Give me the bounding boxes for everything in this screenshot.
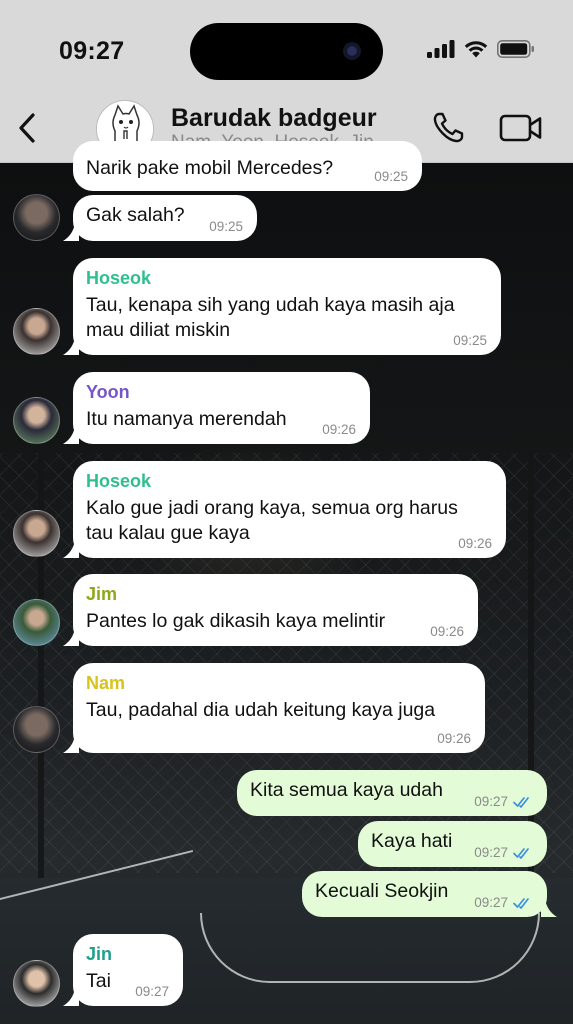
- bubble-tail: [63, 337, 79, 355]
- avatar-hoseok[interactable]: [13, 510, 60, 557]
- signal-icon: [427, 39, 455, 63]
- sender-name[interactable]: Jin: [86, 942, 170, 966]
- double-check-icon: [513, 847, 529, 859]
- sender-name[interactable]: Yoon: [86, 380, 357, 404]
- message-time: 09:25: [209, 219, 243, 234]
- video-call-button[interactable]: [497, 108, 545, 148]
- message-bubble-outgoing[interactable]: Kecuali Seokjin 09:27: [302, 871, 557, 917]
- message-bubble[interactable]: Hoseok Kalo gue jadi orang kaya, semua o…: [63, 461, 506, 558]
- dynamic-island: [190, 23, 383, 80]
- message-text: Tau, kenapa sih yang udah kaya masih aja…: [86, 294, 455, 341]
- bubble-tail: [63, 628, 79, 646]
- bubble-tail: [63, 540, 79, 558]
- message-text: Itu namanya merendah: [86, 408, 287, 430]
- message-time: 09:27: [474, 895, 533, 910]
- message-time: 09:26: [430, 624, 464, 639]
- message-bubble[interactable]: Yoon Itu namanya merendah 09:26: [63, 372, 370, 444]
- bubble-tail: [63, 735, 79, 753]
- sender-name[interactable]: Hoseok: [86, 469, 493, 493]
- avatar-yoon[interactable]: [13, 397, 60, 444]
- phone-icon: [433, 112, 464, 143]
- front-camera-icon: [343, 42, 361, 60]
- avatar-jin[interactable]: [13, 960, 60, 1007]
- message-bubble[interactable]: Hoseok Tau, kenapa sih yang udah kaya ma…: [63, 258, 501, 355]
- status-icons: [427, 39, 535, 63]
- message-bubble[interactable]: Gak salah? 09:25: [63, 195, 257, 241]
- message-time: 09:26: [458, 536, 492, 551]
- court-arc: [200, 913, 540, 983]
- back-chevron-icon: [19, 113, 35, 143]
- message-text: Tau, padahal dia udah keitung kaya juga: [86, 699, 436, 721]
- message-bubble-outgoing[interactable]: Kita semua kaya udah 09:27: [237, 770, 547, 816]
- bubble-tail: [63, 426, 79, 444]
- avatar-nam[interactable]: [13, 194, 60, 241]
- chat-title[interactable]: Barudak badgeur: [171, 104, 377, 133]
- message-text: Narik pake mobil Mercedes?: [86, 157, 334, 179]
- message-bubble-outgoing[interactable]: Kaya hati 09:27: [358, 821, 547, 867]
- back-button[interactable]: [10, 108, 44, 148]
- bubble-tail: [63, 988, 79, 1006]
- bubble-tail: [63, 223, 79, 241]
- video-camera-icon: [499, 114, 542, 142]
- message-time: 09:27: [135, 984, 169, 999]
- sender-name[interactable]: Hoseok: [86, 266, 488, 290]
- message-time: 09:27: [474, 794, 533, 809]
- message-time: 09:26: [322, 422, 356, 437]
- status-time: 09:27: [59, 37, 125, 65]
- message-time: 09:25: [374, 169, 408, 184]
- double-check-icon: [513, 796, 529, 808]
- voice-call-button[interactable]: [426, 108, 470, 148]
- avatar-hoseok[interactable]: [13, 308, 60, 355]
- message-text: Kalo gue jadi orang kaya, semua org haru…: [86, 497, 458, 544]
- chat-header: 09:27 Barudak badgeur: [0, 0, 573, 163]
- double-check-icon: [513, 897, 529, 909]
- bubble-tail: [541, 899, 557, 917]
- message-bubble[interactable]: Nam Tau, padahal dia udah keitung kaya j…: [63, 663, 485, 753]
- avatar-jim[interactable]: [13, 599, 60, 646]
- message-bubble[interactable]: Jim Pantes lo gak dikasih kaya melintir …: [63, 574, 478, 646]
- message-time: 09:25: [453, 333, 487, 348]
- message-time: 09:27: [474, 845, 533, 860]
- message-time: 09:26: [437, 731, 471, 746]
- avatar-nam[interactable]: [13, 706, 60, 753]
- wifi-icon: [463, 39, 489, 63]
- message-text: Pantes lo gak dikasih kaya melintir: [86, 610, 386, 632]
- message-bubble[interactable]: Narik pake mobil Mercedes? 09:25: [73, 141, 422, 191]
- sender-name[interactable]: Nam: [86, 671, 472, 695]
- battery-icon: [497, 39, 535, 63]
- sender-name[interactable]: Jim: [86, 582, 465, 606]
- message-bubble[interactable]: Jin Tai 09:27: [63, 934, 183, 1006]
